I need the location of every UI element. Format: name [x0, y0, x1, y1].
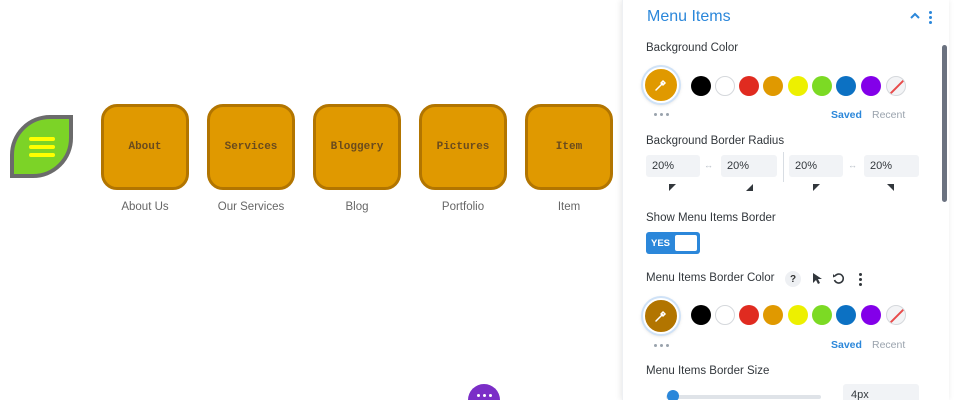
swatch-purple[interactable] — [861, 76, 881, 96]
radius-top-left-input[interactable]: 20% — [646, 155, 700, 177]
corner-bottom-left-icon — [887, 184, 894, 191]
background-color-label: Background Color — [646, 42, 739, 54]
swatch-black[interactable] — [691, 76, 711, 96]
menu-item-bloggery[interactable]: Bloggery Blog — [313, 104, 401, 213]
radius-divider — [783, 152, 784, 182]
menu-item-box[interactable]: Services — [207, 104, 295, 190]
eyedropper-icon — [655, 310, 667, 322]
more-colors-icon[interactable] — [654, 113, 669, 116]
menu-item-label: Item — [555, 141, 583, 153]
corner-top-right-icon — [746, 184, 753, 191]
swatch-blue[interactable] — [836, 76, 856, 96]
tab-recent[interactable]: Recent — [872, 339, 905, 351]
swatch-white[interactable] — [715, 305, 735, 325]
link-icon[interactable]: ↔ — [704, 160, 713, 170]
background-color-picker[interactable] — [643, 67, 679, 103]
kebab-menu-icon[interactable] — [929, 11, 932, 24]
reset-icon[interactable] — [832, 272, 845, 285]
module-actions-button[interactable] — [468, 384, 500, 400]
menu-item-item[interactable]: Item Item — [525, 104, 613, 213]
corner-bottom-right-icon — [813, 184, 820, 191]
swatch-black[interactable] — [691, 305, 711, 325]
swatch-transparent[interactable] — [886, 305, 906, 325]
swatch-green[interactable] — [812, 76, 832, 96]
swatch-yellow[interactable] — [788, 305, 808, 325]
menu-item-label: Pictures — [436, 141, 490, 153]
swatch-transparent[interactable] — [886, 76, 906, 96]
swatch-white[interactable] — [715, 76, 735, 96]
cursor-icon[interactable] — [811, 272, 823, 286]
border-color-picker[interactable] — [643, 298, 679, 334]
swatch-orange[interactable] — [763, 76, 783, 96]
border-size-slider[interactable] — [666, 395, 821, 399]
help-icon[interactable]: ? — [785, 271, 801, 287]
border-size-label: Menu Items Border Size — [646, 365, 770, 377]
swatch-orange[interactable] — [763, 305, 783, 325]
menu-item-box[interactable]: Item — [525, 104, 613, 190]
swatch-red[interactable] — [739, 305, 759, 325]
menu-item-label: Bloggery — [330, 141, 384, 153]
radius-bottom-right-input[interactable]: 20% — [789, 155, 843, 177]
menu-item-sublabel: Item — [557, 201, 581, 213]
hamburger-menu-icon — [28, 136, 55, 157]
menu-item-pictures[interactable]: Pictures Portfolio — [419, 104, 507, 213]
more-colors-icon[interactable] — [654, 344, 669, 347]
border-color-label: Menu Items Border Color — [646, 272, 775, 284]
swatch-purple[interactable] — [861, 305, 881, 325]
swatch-yellow[interactable] — [788, 76, 808, 96]
tab-saved[interactable]: Saved — [831, 339, 862, 351]
menu-item-box[interactable]: Bloggery — [313, 104, 401, 190]
radius-top-right-input[interactable]: 20% — [721, 155, 777, 177]
kebab-menu-icon[interactable] — [859, 273, 862, 286]
menu-item-about[interactable]: About About Us — [101, 104, 189, 213]
radius-bottom-left-input[interactable]: 20% — [864, 155, 919, 177]
tab-saved[interactable]: Saved — [831, 109, 862, 121]
hamburger-menu-button[interactable] — [10, 115, 73, 178]
menu-item-label: Services — [224, 141, 278, 153]
menu-item-label: About — [128, 141, 162, 153]
toggle-label: YES — [651, 237, 671, 249]
show-border-label: Show Menu Items Border — [646, 212, 776, 224]
menu-item-box[interactable]: About — [101, 104, 189, 190]
menu-item-box[interactable]: Pictures — [419, 104, 507, 190]
menu-item-services[interactable]: Services Our Services — [207, 104, 295, 213]
link-icon[interactable]: ↔ — [848, 160, 857, 170]
border-size-input[interactable]: 4px — [843, 384, 919, 400]
border-size-slider-handle[interactable] — [667, 390, 679, 400]
chevron-up-icon[interactable] — [909, 11, 921, 21]
toggle-knob — [675, 235, 697, 251]
panel-title: Menu Items — [647, 8, 731, 25]
ellipsis-icon — [476, 394, 492, 397]
swatch-red[interactable] — [739, 76, 759, 96]
swatch-green[interactable] — [812, 305, 832, 325]
swatch-blue[interactable] — [836, 305, 856, 325]
border-radius-label: Background Border Radius — [646, 135, 785, 147]
eyedropper-icon — [655, 79, 667, 91]
corner-top-left-icon — [669, 184, 676, 191]
tab-recent[interactable]: Recent — [872, 109, 905, 121]
scrollbar-thumb[interactable] — [942, 45, 947, 202]
show-border-toggle[interactable]: YES — [646, 232, 700, 254]
